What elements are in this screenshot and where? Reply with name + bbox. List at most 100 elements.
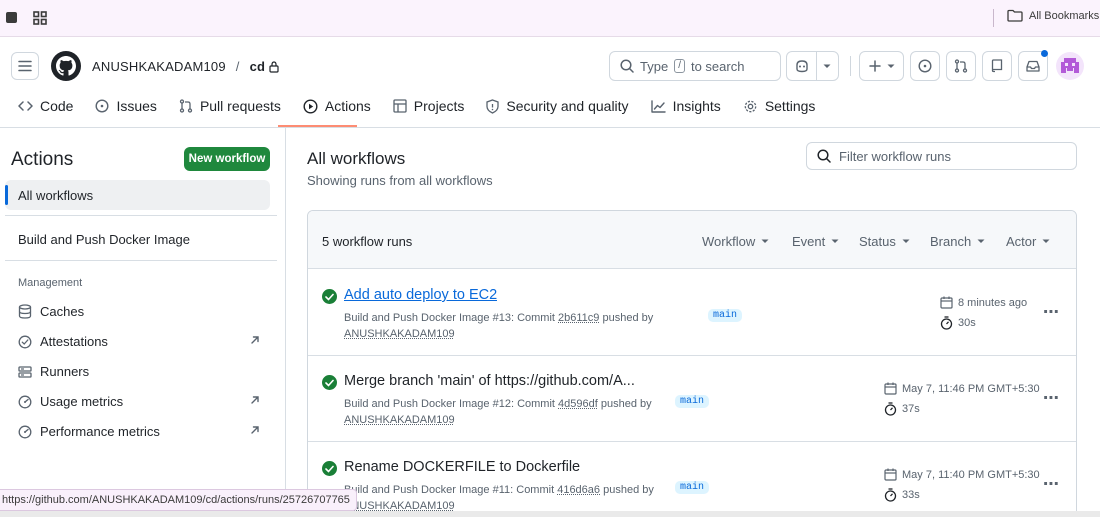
- run-meta: Build and Push Docker Image #12: Commit …: [344, 396, 664, 428]
- new-workflow-button[interactable]: New workflow: [184, 147, 270, 171]
- page-title: All workflows: [307, 149, 406, 168]
- repo-icon: [991, 59, 1003, 73]
- menu-button[interactable]: [11, 52, 39, 80]
- apps-grid-icon[interactable]: [33, 11, 47, 25]
- management-heading: Management: [18, 277, 83, 289]
- tab-label: Code: [40, 98, 74, 114]
- sidebar-item-usage-metrics[interactable]: Usage metrics: [18, 394, 123, 409]
- commit-word: Commit: [517, 398, 555, 410]
- issue-opened-icon: [95, 99, 109, 113]
- branch-filter-dropdown[interactable]: Branch: [930, 234, 985, 249]
- event-filter-dropdown[interactable]: Event: [792, 234, 839, 249]
- workflow-run-row[interactable]: Merge branch 'main' of https://github.co…: [308, 356, 1076, 442]
- workflow-filter-dropdown[interactable]: Workflow: [702, 234, 769, 249]
- bookmarks-bar: All Bookmarks: [0, 0, 1100, 37]
- tab-security[interactable]: Security and quality: [475, 92, 639, 120]
- caret-down-icon: [761, 239, 769, 244]
- header-separator: [850, 56, 851, 76]
- run-date: May 7, 11:40 PM GMT+5:30: [884, 468, 1040, 481]
- run-duration: 37s: [884, 402, 920, 416]
- issue-opened-icon: [918, 59, 932, 73]
- filter-label: Branch: [930, 234, 972, 249]
- check-circle-icon: [18, 335, 32, 349]
- workflow-run-row[interactable]: Rename DOCKERFILE to Dockerfile Build an…: [308, 442, 1076, 517]
- sidebar-item-attestations[interactable]: Attestations: [18, 334, 108, 349]
- issues-button[interactable]: [910, 51, 940, 81]
- actor-link[interactable]: ANUSHKAKADAM109: [344, 414, 455, 426]
- pushed-by-label: pushed by: [602, 312, 654, 324]
- chevron-down-icon[interactable]: [823, 64, 831, 69]
- tab-code[interactable]: Code: [0, 92, 84, 120]
- owner-link[interactable]: ANUSHKAKADAM109: [92, 59, 226, 74]
- run-title-link[interactable]: Merge branch 'main' of https://github.co…: [344, 373, 635, 389]
- branch-badge[interactable]: main: [708, 304, 743, 322]
- run-duration: 33s: [884, 488, 920, 502]
- tab-issues[interactable]: Issues: [84, 92, 167, 120]
- search-icon: [817, 149, 831, 163]
- sidebar-item-label: Runners: [40, 364, 90, 379]
- repositories-button[interactable]: [982, 51, 1012, 81]
- tab-actions[interactable]: Actions: [292, 92, 382, 120]
- sidebar-title: Actions: [11, 149, 74, 170]
- git-pull-request-icon: [179, 99, 193, 113]
- commit-link[interactable]: 2b611c9: [558, 312, 599, 324]
- stopwatch-icon: [940, 316, 953, 330]
- run-workflow-name: Build and Push Docker Image: [344, 312, 490, 324]
- run-title-link[interactable]: Add auto deploy to EC2: [344, 287, 497, 303]
- workflow-run-row[interactable]: Add auto deploy to EC2 Build and Push Do…: [308, 270, 1076, 356]
- repo-name: cd: [249, 59, 266, 74]
- status-filter-dropdown[interactable]: Status: [859, 234, 910, 249]
- folder-icon: [1007, 9, 1023, 22]
- sidebar-item-performance-metrics[interactable]: Performance metrics: [18, 424, 160, 439]
- run-title-link[interactable]: Rename DOCKERFILE to Dockerfile: [344, 459, 580, 475]
- tab-insights[interactable]: Insights: [640, 92, 732, 120]
- page-subtitle: Showing runs from all workflows: [307, 173, 493, 188]
- breadcrumb: ANUSHKAKADAM109 / cd: [92, 59, 279, 74]
- run-duration-text: 37s: [902, 403, 920, 415]
- branch-label: main: [675, 481, 710, 494]
- all-bookmarks-label: All Bookmarks: [1029, 9, 1100, 22]
- search-icon: [620, 59, 634, 73]
- commit-link[interactable]: 4d596df: [558, 398, 598, 410]
- run-options-kebab-icon[interactable]: ⋯: [1043, 474, 1060, 494]
- run-date-text: May 7, 11:46 PM GMT+5:30: [902, 382, 1040, 395]
- tab-projects[interactable]: Projects: [382, 92, 476, 120]
- tab-strip-icon[interactable]: [6, 12, 17, 23]
- branch-badge[interactable]: main: [675, 476, 710, 494]
- actor-filter-dropdown[interactable]: Actor: [1006, 234, 1050, 249]
- play-icon: [303, 98, 318, 114]
- avatar[interactable]: [1056, 52, 1084, 80]
- tab-settings[interactable]: Settings: [732, 92, 827, 120]
- create-new-button[interactable]: [859, 51, 904, 81]
- sidebar-item-runners[interactable]: Runners: [18, 364, 89, 379]
- tab-pull-requests[interactable]: Pull requests: [168, 92, 292, 120]
- repo-link[interactable]: cd: [250, 59, 280, 74]
- github-logo-icon[interactable]: [51, 51, 81, 81]
- commit-link[interactable]: 416d6a6: [557, 484, 600, 496]
- copilot-button[interactable]: [786, 51, 839, 81]
- run-number: #13:: [492, 312, 515, 324]
- tab-label: Security and quality: [506, 98, 629, 114]
- sidebar-item-caches[interactable]: Caches: [18, 304, 84, 319]
- filter-runs-input[interactable]: Filter workflow runs: [806, 142, 1077, 170]
- sidebar-item-label: Usage metrics: [40, 394, 124, 409]
- shield-icon: [486, 98, 500, 114]
- search-suffix: to search: [690, 58, 745, 74]
- run-workflow-name: Build and Push Docker Image: [344, 484, 490, 496]
- success-check-icon: [322, 461, 337, 476]
- run-options-kebab-icon[interactable]: ⋯: [1043, 388, 1060, 408]
- branch-badge[interactable]: main: [675, 390, 710, 408]
- global-search-input[interactable]: Type / to search: [609, 51, 781, 81]
- run-number: #11:: [492, 484, 514, 496]
- server-icon: [18, 365, 32, 378]
- meter-icon: [18, 395, 32, 409]
- run-options-kebab-icon[interactable]: ⋯: [1043, 302, 1060, 322]
- all-bookmarks-button[interactable]: All Bookmarks: [1007, 9, 1099, 22]
- actor-link[interactable]: ANUSHKAKADAM109: [344, 328, 455, 340]
- pull-requests-button[interactable]: [946, 51, 976, 81]
- external-link-arrow-icon: [250, 335, 260, 345]
- run-date: May 7, 11:46 PM GMT+5:30: [884, 382, 1040, 395]
- bookmarks-separator: [993, 9, 994, 27]
- run-workflow-name: Build and Push Docker Image: [344, 398, 490, 410]
- sidebar-item-workflow[interactable]: Build and Push Docker Image: [18, 232, 190, 247]
